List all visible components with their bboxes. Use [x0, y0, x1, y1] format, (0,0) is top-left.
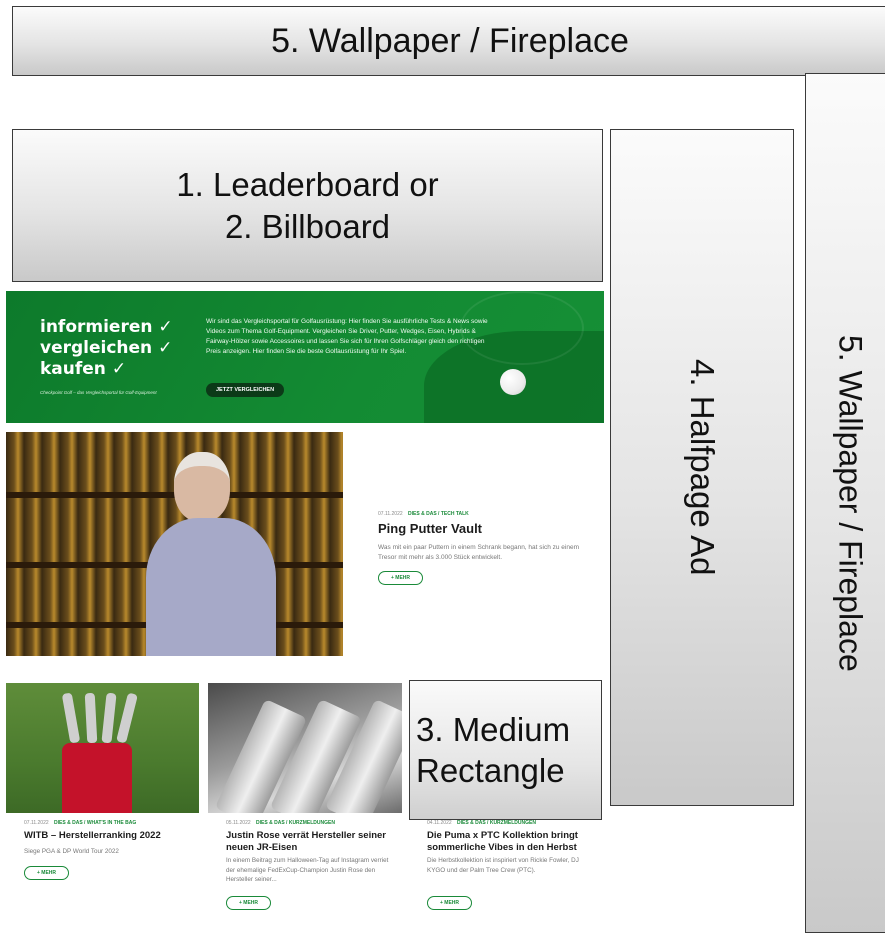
leaderboard-ad[interactable]: 1. Leaderboard or 2. Billboard	[12, 129, 603, 282]
featured-article-title[interactable]: Ping Putter Vault	[378, 521, 482, 536]
card-title[interactable]: Justin Rose verrät Hersteller seiner neu…	[226, 830, 396, 854]
hero-banner: informieren ✓ vergleichen ✓ kaufen ✓ Che…	[6, 291, 604, 423]
featured-article-excerpt: Was mit ein paar Puttern in einem Schran…	[378, 544, 580, 561]
hero-description: Wir sind das Vergleichsportal für Golfau…	[206, 318, 488, 355]
compare-now-button[interactable]: JETZT VERGLEICHEN	[206, 383, 285, 397]
featured-article-image[interactable]	[6, 432, 343, 656]
card-image-jr-irons[interactable]	[208, 683, 402, 813]
featured-article-date: 07.11.2022	[378, 511, 403, 517]
card-meta: 07.11.2022 DIES & DAS / WHAT'S IN THE BA…	[24, 820, 136, 826]
image-club	[116, 692, 138, 744]
image-person-body	[146, 518, 276, 656]
card-meta: 05.11.2022 DIES & DAS / KURZMELDUNGEN	[226, 820, 335, 826]
hero-claim-informieren: informieren ✓	[40, 317, 173, 337]
card-date: 07.11.2022	[24, 820, 49, 826]
card-date: 05.11.2022	[226, 820, 251, 826]
image-person-head	[174, 452, 230, 522]
card-category[interactable]: DIES & DAS / WHAT'S IN THE BAG	[54, 820, 136, 826]
image-club	[101, 692, 117, 744]
leaderboard-ad-label: 1. Leaderboard or 2. Billboard	[176, 164, 438, 247]
card-more-button[interactable]: + MEHR	[427, 896, 472, 910]
hero-claim-vergleichen: vergleichen ✓	[40, 338, 173, 358]
card-excerpt: In einem Beitrag zum Halloween-Tag auf I…	[226, 857, 389, 883]
card-image-witb[interactable]	[6, 683, 199, 813]
card-category[interactable]: DIES & DAS / KURZMELDUNGEN	[256, 820, 335, 826]
hero-claims: informieren ✓ vergleichen ✓ kaufen ✓	[40, 317, 173, 380]
featured-article-meta: 07.11.2022 DIES & DAS / TECH TALK	[378, 511, 469, 517]
card-meta: 04.11.2022 DIES & DAS / KURZMELDUNGEN	[427, 820, 536, 826]
wallpaper-ad-top-label: 5. Wallpaper / Fireplace	[271, 21, 629, 60]
wallpaper-ad-top[interactable]: 5. Wallpaper / Fireplace	[12, 6, 885, 76]
leaderboard-ad-label-line1: 1. Leaderboard or	[176, 166, 439, 204]
medium-rectangle-ad[interactable]: 3. Medium Rectangle	[409, 680, 602, 820]
card-excerpt: Die Herbstkollektion ist inspiriert von …	[427, 857, 579, 874]
card-title[interactable]: WITB – Herstellerranking 2022	[24, 830, 194, 842]
image-club	[61, 692, 81, 744]
medium-rectangle-ad-label: 3. Medium Rectangle	[416, 709, 570, 792]
featured-more-button[interactable]: + MEHR	[378, 571, 423, 585]
card-title[interactable]: Die Puma x PTC Kollektion bringt sommerl…	[427, 830, 592, 854]
card-date: 04.11.2022	[427, 820, 452, 826]
image-club	[84, 692, 98, 744]
hero-claim-kaufen: kaufen ✓	[40, 359, 127, 379]
leaderboard-ad-label-line2: 2. Billboard	[224, 207, 391, 245]
medium-rectangle-ad-label-line1: 3. Medium	[416, 710, 571, 748]
image-person	[126, 452, 276, 656]
wallpaper-ad-side[interactable]: 5. Wallpaper / Fireplace	[805, 73, 885, 933]
card-more-button[interactable]: + MEHR	[226, 896, 271, 910]
featured-article-category[interactable]: DIES & DAS / TECH TALK	[408, 511, 469, 517]
card-more-button[interactable]: + MEHR	[24, 866, 69, 880]
halfpage-ad[interactable]: 4. Halfpage Ad	[610, 129, 794, 806]
card-excerpt: Siege PGA & DP World Tour 2022	[24, 848, 119, 855]
medium-rectangle-ad-label-line2: Rectangle	[416, 752, 565, 789]
card-category[interactable]: DIES & DAS / KURZMELDUNGEN	[457, 820, 536, 826]
wallpaper-ad-side-label: 5. Wallpaper / Fireplace	[832, 334, 869, 672]
golf-ball-icon	[500, 369, 526, 395]
halfpage-ad-label: 4. Halfpage Ad	[684, 359, 721, 576]
hero-tagline: Checkpoint Golf – das Vergleichsportal f…	[40, 390, 157, 395]
image-golf-bag	[62, 743, 132, 813]
